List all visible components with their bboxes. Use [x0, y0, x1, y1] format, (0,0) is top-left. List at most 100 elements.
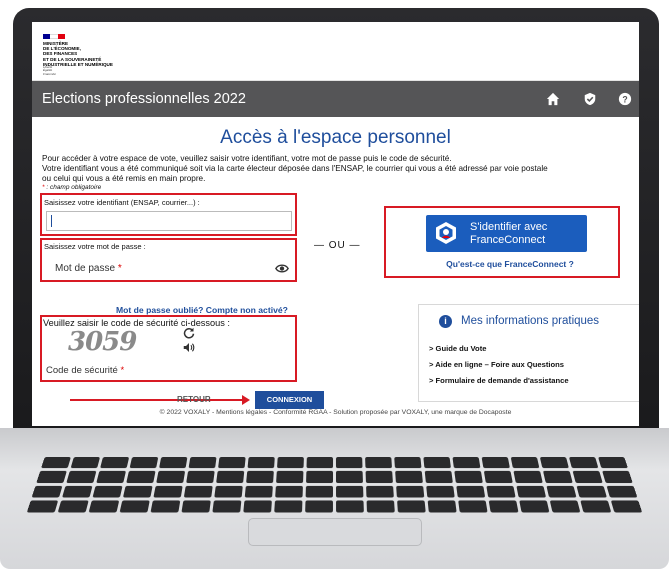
- keyboard-key: [424, 471, 453, 483]
- faq-link[interactable]: > Aide en ligne – Foire aux Questions: [429, 360, 564, 369]
- keyboard-key: [305, 500, 333, 513]
- keyboard-key: [218, 457, 246, 469]
- retour-button[interactable]: RETOUR: [177, 395, 211, 404]
- keyboard-key: [543, 471, 573, 483]
- home-icon[interactable]: [546, 92, 560, 106]
- ministry-name: MINISTÈRE DE L'ÉCONOMIE, DES FINANCES ET…: [43, 41, 163, 67]
- app-title: Elections professionnelles 2022: [42, 91, 246, 107]
- keyboard-key: [126, 471, 156, 483]
- browser-screen: MINISTÈRE DE L'ÉCONOMIE, DES FINANCES ET…: [32, 22, 639, 426]
- keyboard-key: [335, 457, 363, 469]
- keyboard-key: [70, 457, 101, 469]
- keyboard-key: [62, 485, 93, 498]
- franceconnect-info-link[interactable]: Qu'est-ce que FranceConnect ?: [410, 259, 610, 269]
- keyboard-key: [481, 457, 510, 469]
- required-star: *: [117, 263, 122, 274]
- audio-icon[interactable]: [183, 342, 195, 353]
- refresh-icon[interactable]: [183, 327, 195, 339]
- keyboard-key: [275, 485, 303, 498]
- shield-check-icon[interactable]: [583, 92, 597, 106]
- footer: © 2022 VOXALY - Mentions légales - Confo…: [159, 409, 512, 416]
- keyboard-key: [572, 471, 603, 483]
- keyboard-key: [216, 471, 245, 483]
- keyboard-key: [306, 457, 334, 469]
- keyboard-key: [549, 500, 581, 513]
- forgot-password-link[interactable]: Mot de passe oublié? Compte non activé?: [116, 305, 288, 315]
- keyboard-key: [366, 500, 395, 513]
- keyboard-key: [305, 485, 333, 498]
- keyboard-key: [458, 500, 488, 513]
- keyboard-key: [246, 471, 274, 483]
- keyboard-key: [546, 485, 577, 498]
- keyboard-key: [274, 500, 303, 513]
- franceconnect-line: FranceConnect: [470, 233, 546, 246]
- keyboard-key: [212, 500, 242, 513]
- keyboard-key: [365, 471, 393, 483]
- keyboard-key: [36, 471, 67, 483]
- or-separator: — OU —: [314, 240, 361, 251]
- intro-line: ou celui qui vous a été remis en main pr…: [42, 174, 206, 183]
- keyboard-key: [486, 485, 516, 498]
- keyboard-key: [119, 500, 150, 513]
- keyboard-key: [510, 457, 540, 469]
- password-placeholder: Mot de passe: [55, 263, 116, 274]
- keyboard-key: [483, 471, 513, 483]
- keyboard-key: [397, 500, 426, 513]
- password-label: Saisissez votre mot de passe :: [44, 242, 146, 251]
- app-bar: Elections professionnelles 2022 ?: [32, 81, 639, 117]
- security-placeholder: Code de sécurité: [46, 365, 118, 376]
- keyboard-key: [598, 457, 628, 469]
- franceconnect-line: S'identifier avec: [470, 221, 548, 233]
- keyboard-key: [129, 457, 159, 469]
- republic-motto: Liberté Égalité Fraternité: [43, 65, 83, 76]
- keyboard-key: [159, 457, 188, 469]
- franceconnect-button[interactable]: S'identifier avec FranceConnect: [426, 215, 587, 252]
- keyboard-key: [576, 485, 607, 498]
- keyboard-key: [366, 485, 394, 498]
- keyboard-key: [123, 485, 153, 498]
- keyboard-key: [423, 457, 451, 469]
- required-star: *: [42, 184, 45, 191]
- assistance-form-link[interactable]: > Formulaire de demande d'assistance: [429, 376, 569, 385]
- keyboard-key: [31, 485, 63, 498]
- text-caret: [51, 215, 52, 227]
- arrow-annotation: [70, 399, 244, 401]
- captcha-image: 3059: [68, 327, 178, 357]
- keyboard-key: [452, 457, 481, 469]
- franceconnect-button-text: S'identifier avec FranceConnect: [470, 221, 547, 246]
- keyboard-key: [606, 485, 638, 498]
- motto-line: Fraternité: [43, 71, 56, 76]
- intro-line: Pour accéder à votre espace de vote, veu…: [42, 154, 452, 163]
- keyboard-key: [92, 485, 123, 498]
- security-code-input[interactable]: Code de sécurité *: [46, 365, 124, 376]
- keyboard-key: [519, 500, 550, 513]
- keyboard-key: [41, 457, 71, 469]
- keyboard-key: [66, 471, 97, 483]
- guide-link[interactable]: > Guide du Vote: [429, 344, 486, 353]
- identifier-input[interactable]: [46, 211, 292, 231]
- identifier-label: Saisissez votre identifiant (ENSAP, cour…: [44, 198, 200, 207]
- keyboard-key: [57, 500, 89, 513]
- intro-text: Pour accéder à votre espace de vote, veu…: [42, 154, 632, 184]
- keyboard-key: [96, 471, 126, 483]
- keyboard-key: [568, 457, 599, 469]
- franceconnect-logo-icon: [436, 222, 456, 244]
- keyboard-key: [336, 485, 364, 498]
- password-input[interactable]: Mot de passe *: [55, 263, 122, 274]
- eye-icon[interactable]: [275, 263, 289, 274]
- keyboard-key: [88, 500, 120, 513]
- keyboard-key: [276, 457, 304, 469]
- keyboard-key: [454, 471, 483, 483]
- government-header: MINISTÈRE DE L'ÉCONOMIE, DES FINANCES ET…: [32, 22, 639, 81]
- captcha-code: 3059: [68, 327, 137, 357]
- connexion-button[interactable]: CONNEXION: [255, 391, 324, 409]
- mandatory-note: * : champ obligatoire: [42, 184, 101, 191]
- practical-info-title: Mes informations pratiques: [461, 315, 600, 327]
- keyboard-key: [365, 457, 393, 469]
- help-icon[interactable]: ?: [618, 92, 632, 106]
- keyboard-key: [186, 471, 215, 483]
- keyboard-key: [153, 485, 183, 498]
- keyboard-key: [244, 485, 273, 498]
- keyboard-key: [276, 471, 304, 483]
- laptop-keyboard: [26, 457, 643, 513]
